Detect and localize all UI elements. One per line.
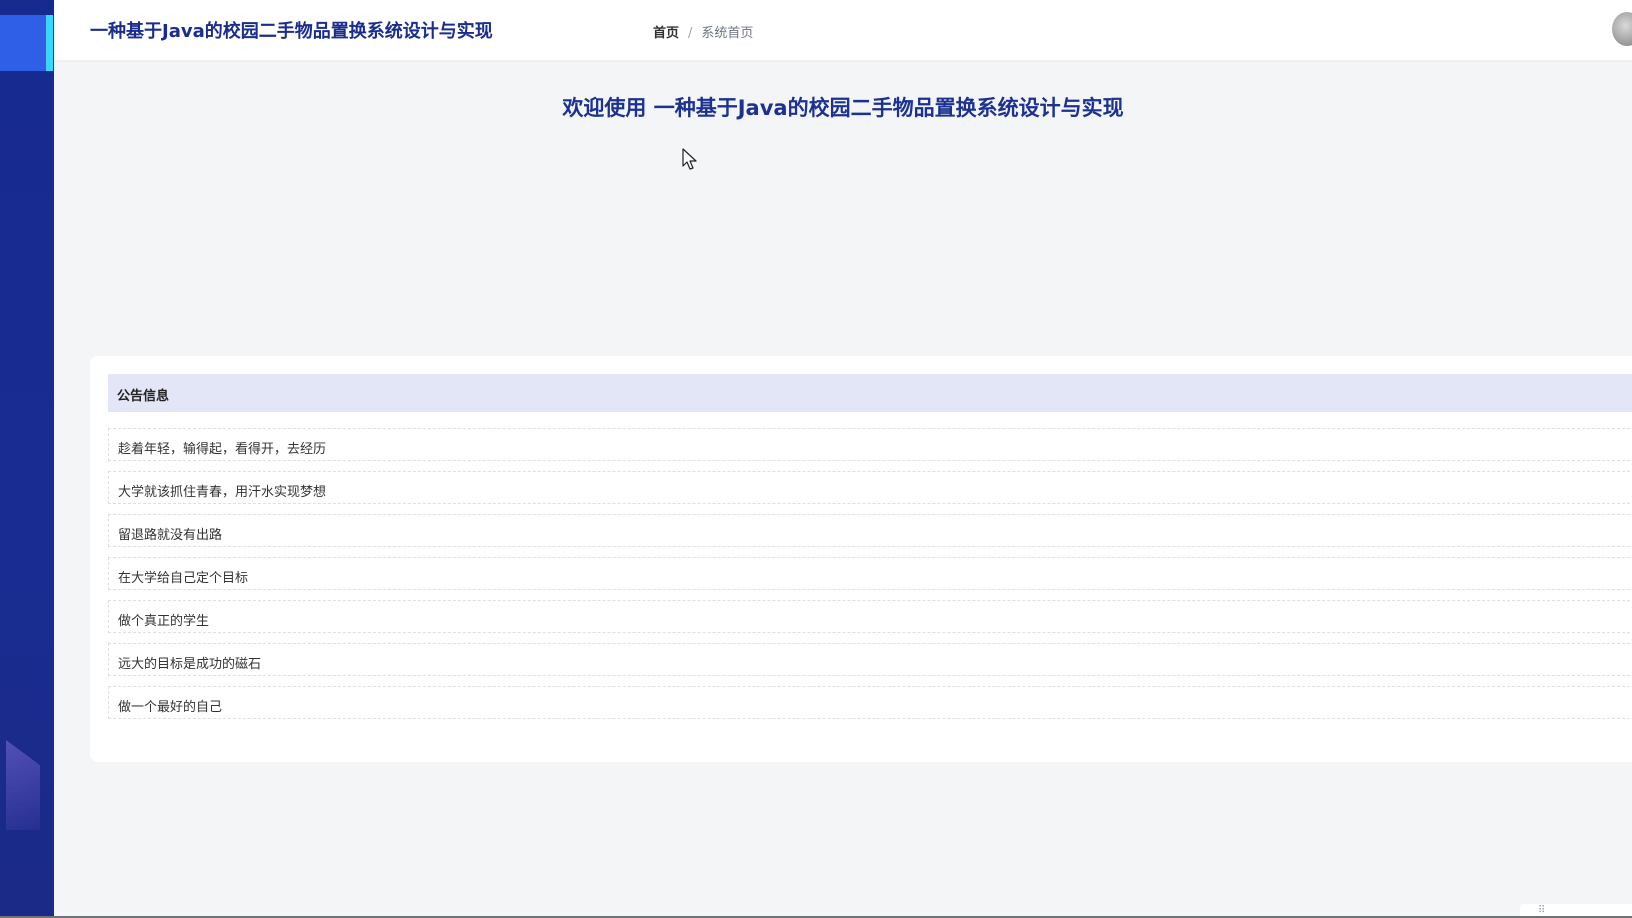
sidebar [0,0,54,918]
sidebar-decoration [6,740,40,830]
notice-item[interactable]: 趁着年轻，输得起，看得开，去经历 [108,428,1632,461]
notice-item[interactable]: 做一个最好的自己 [108,686,1632,719]
breadcrumb: 首页 / 系统首页 [653,22,753,41]
breadcrumb-home-link[interactable]: 首页 [653,26,679,41]
sidebar-item-home[interactable] [0,15,46,71]
mouse-pointer-icon [682,148,697,170]
notice-item-label: 大学就该抓住青春，用汗水实现梦想 [118,485,327,500]
notice-item[interactable]: 做个真正的学生 [108,600,1632,633]
breadcrumb-current: 系统首页 [701,26,754,41]
notice-item[interactable]: 留退路就没有出路 [108,514,1632,547]
notice-item-label: 趁着年轻，输得起，看得开，去经历 [118,442,327,457]
notice-item-label: 留退路就没有出路 [118,528,223,543]
notice-item-label: 做一个最好的自己 [118,700,223,715]
notice-item-label: 在大学给自己定个目标 [118,571,249,586]
breadcrumb-separator: / [688,26,693,41]
notice-item[interactable]: 远大的目标是成功的磁石 [108,643,1632,676]
notice-panel: 公告信息 趁着年轻，输得起，看得开，去经历 大学就该抓住青春，用汗水实现梦想 留… [90,356,1632,762]
grip-dots-icon: ⠿ [1538,905,1546,916]
notice-item-label: 做个真正的学生 [118,614,210,629]
top-header: 一种基于Java的校园二手物品置换系统设计与实现 首页 / 系统首页 [54,0,1632,60]
sidebar-active-indicator [46,15,53,71]
welcome-title: 欢迎使用 一种基于Java的校园二手物品置换系统设计与实现 [562,96,1124,120]
notice-list: 趁着年轻，输得起，看得开，去经历 大学就该抓住青春，用汗水实现梦想 留退路就没有… [108,428,1632,729]
user-avatar[interactable] [1612,12,1632,46]
notice-header: 公告信息 [108,374,1632,412]
notice-item-label: 远大的目标是成功的磁石 [118,657,262,672]
app-title: 一种基于Java的校园二手物品置换系统设计与实现 [90,21,493,42]
notice-item[interactable]: 大学就该抓住青春，用汗水实现梦想 [108,471,1632,504]
notice-item[interactable]: 在大学给自己定个目标 [108,557,1632,590]
notice-title: 公告信息 [117,389,170,404]
